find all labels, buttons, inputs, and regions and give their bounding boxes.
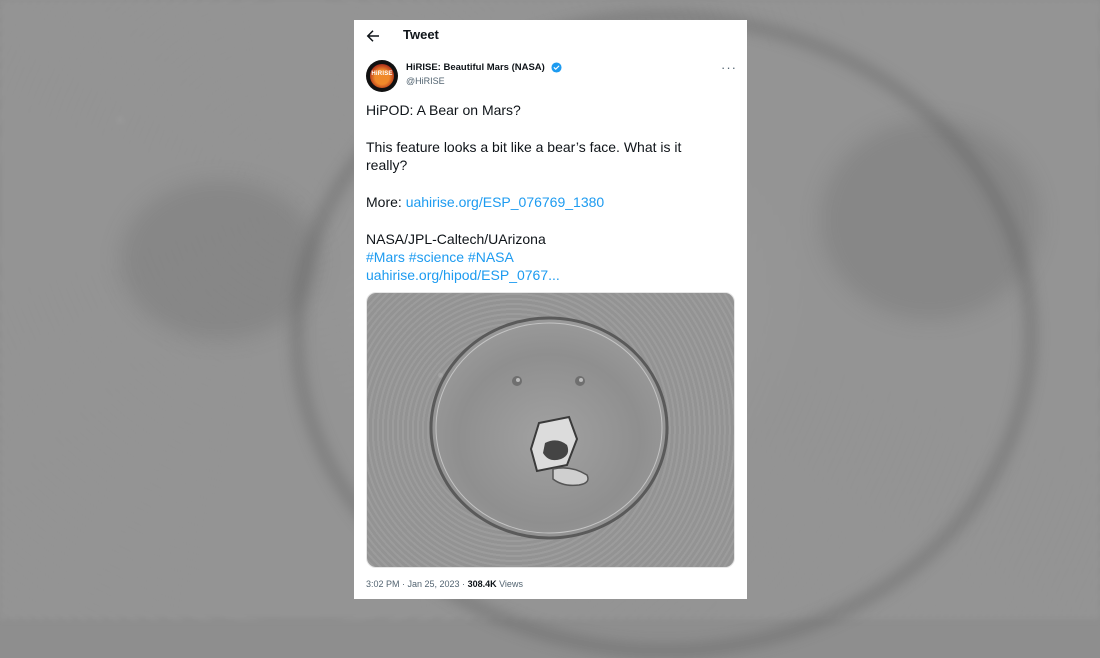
source-link[interactable]: uahirise.org/ESP_076769_1380: [406, 194, 605, 210]
background-shadow: [120, 180, 320, 340]
tweet-title-line: HiPOD: A Bear on Mars?: [366, 102, 521, 118]
author-handle[interactable]: @HiRISE: [406, 76, 445, 86]
back-arrow-icon[interactable]: [364, 27, 382, 45]
more-options-icon[interactable]: ···: [721, 60, 737, 75]
tweet-text-line: This feature looks a bit like a bear’s f…: [366, 139, 682, 155]
hashtags[interactable]: #Mars #science #NASA: [366, 248, 514, 267]
tweet-image[interactable]: [366, 292, 735, 568]
more-link-line: More: uahirise.org/ESP_076769_1380: [366, 193, 604, 212]
avatar[interactable]: HiRISE: [366, 60, 398, 92]
timestamp[interactable]: 3:02 PM · Jan 25, 2023 ·: [366, 579, 468, 589]
avatar-logo-text: HiRISE: [371, 71, 393, 77]
background-shadow: [820, 120, 1040, 320]
credit-line: NASA/JPL-Caltech/UArizona: [366, 231, 546, 247]
author-name[interactable]: HiRISE: Beautiful Mars (NASA): [406, 62, 545, 73]
tweet-card: Tweet HiRISE HiRISE: Beautiful Mars (NAS…: [354, 20, 747, 599]
hipod-link[interactable]: uahirise.org/hipod/ESP_0767...: [366, 266, 560, 285]
more-label: More:: [366, 194, 406, 210]
tweet-header: Tweet: [354, 20, 747, 52]
verified-badge-icon: [551, 62, 562, 73]
tweet-meta: 3:02 PM · Jan 25, 2023 · 308.4K Views: [366, 579, 523, 589]
page-title: Tweet: [403, 27, 439, 42]
bear-crater-image: [429, 316, 669, 540]
tweet-text-line: really?: [366, 157, 408, 173]
views-label: Views: [496, 579, 523, 589]
views-count: 308.4K: [467, 579, 497, 589]
